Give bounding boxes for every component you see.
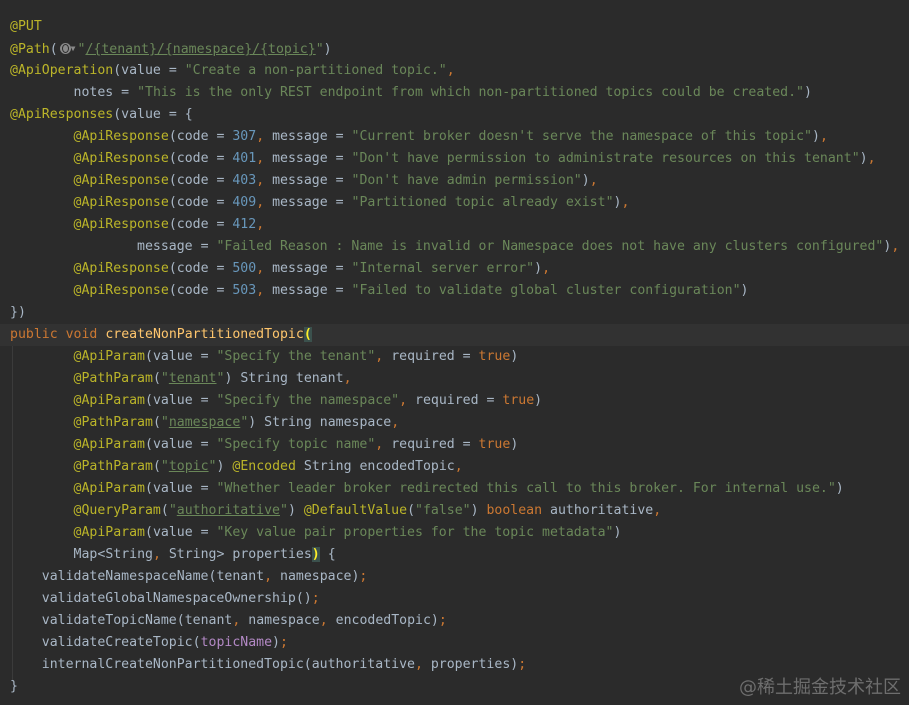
- code-editor[interactable]: @PUT @Path(▼ "/{tenant}/{namespace}/{topic…: [0, 0, 909, 705]
- code-line: message = "Failed Reason : Name is inval…: [137, 239, 900, 254]
- code-line: validateGlobalNamespaceOwnership();: [41, 591, 320, 606]
- code-line: @ApiParam(value = "Key value pair proper…: [73, 525, 622, 540]
- code-line: validateNamespaceName(tenant, namespace)…: [41, 569, 368, 584]
- code-line: validateTopicName(tenant, namespace, enc…: [41, 613, 447, 628]
- watermark: @稀土掘金技术社区: [739, 677, 901, 698]
- code-line: @Path(▼ "/{tenant}/{namespace}/{topic}"): [10, 42, 332, 57]
- code-line: @ApiOperation(value = "Create a non-part…: [10, 63, 455, 78]
- code-line: notes = "This is the only REST endpoint …: [73, 85, 812, 100]
- chevron-down-icon[interactable]: ▼: [71, 44, 76, 53]
- code-line: @ApiResponse(code = 307, message = "Curr…: [73, 129, 828, 144]
- code-line: internalCreateNonPartitionedTopic(author…: [41, 657, 527, 672]
- code-line: @PUT: [10, 19, 42, 34]
- code-line: Map<String, String> properties) {: [73, 547, 336, 562]
- code-line: @PathParam("namespace") String namespace…: [73, 415, 400, 430]
- code-line: @QueryParam("authoritative") @DefaultVal…: [73, 503, 662, 518]
- globe-icon[interactable]: [59, 43, 71, 54]
- code-line: @ApiResponse(code = 409, message = "Part…: [73, 195, 630, 210]
- code-line: }): [10, 305, 26, 320]
- code-line: @ApiResponse(code = 401, message = "Don'…: [73, 151, 876, 166]
- code-line: public void createNonPartitionedTopic(: [0, 324, 909, 346]
- code-line: @ApiResponse(code = 500, message = "Inte…: [73, 261, 551, 276]
- code-line: @ApiParam(value = "Specify topic name", …: [73, 437, 519, 452]
- code-line: @ApiParam(value = "Specify the namespace…: [73, 393, 543, 408]
- code-line: @PathParam("tenant") String tenant,: [73, 371, 352, 386]
- code-line: @ApiParam(value = "Specify the tenant", …: [73, 349, 519, 364]
- code-line: @PathParam("topic") @Encoded String enco…: [73, 459, 463, 474]
- code-line: @ApiResponse(code = 412,: [73, 217, 265, 232]
- code-line: }: [10, 679, 18, 694]
- code-line: @ApiResponse(code = 403, message = "Don'…: [73, 173, 598, 188]
- code-line: @ApiResponses(value = {: [10, 107, 193, 122]
- code-line: @ApiParam(value = "Whether leader broker…: [73, 481, 844, 496]
- code-line: @ApiResponse(code = 503, message = "Fail…: [73, 283, 749, 298]
- code-line: validateCreateTopic(topicName);: [41, 635, 288, 650]
